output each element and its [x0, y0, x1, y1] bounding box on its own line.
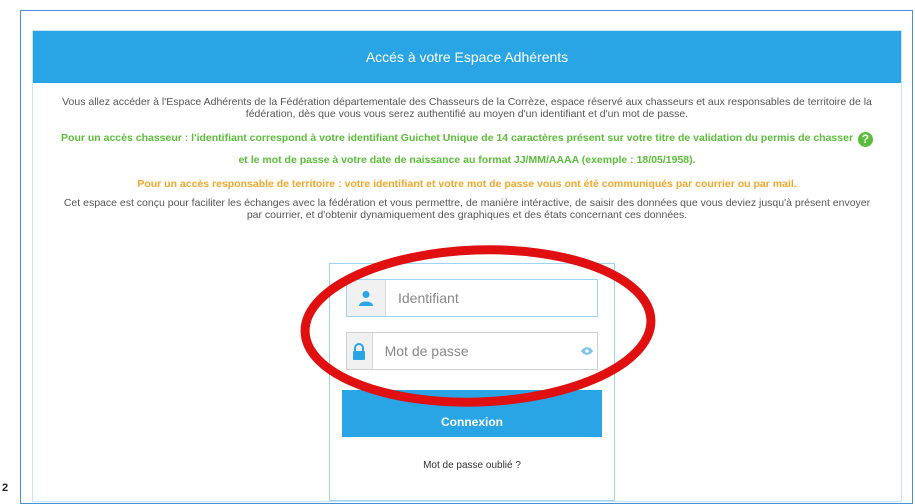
panel-header: Accés à votre Espace Adhérents	[33, 31, 901, 83]
identifier-input[interactable]	[386, 280, 597, 316]
intro-paragraph: Vous allez accéder à l'Espace Adhérents …	[62, 96, 872, 120]
lock-icon	[347, 333, 373, 369]
hunter-access-paragraph: Pour un accès chasseur : l'identifiant c…	[57, 127, 877, 171]
purpose-paragraph: Cet espace est conçu pour faciliter les …	[63, 197, 871, 221]
eye-icon[interactable]	[578, 333, 597, 369]
question-circle-icon[interactable]: ?	[857, 132, 873, 147]
password-field	[346, 332, 598, 370]
forgot-password-link[interactable]: Mot de passe oublié ?	[330, 460, 614, 471]
intro-text: Vous allez accéder à l'Espace Adhérents …	[33, 83, 901, 221]
page-marker: 2	[2, 482, 9, 494]
territory-access-paragraph: Pour un accès responsable de territoire …	[137, 178, 797, 190]
password-input[interactable]	[372, 333, 578, 369]
hunter-access-text-2: et le mot de passe à votre date de naiss…	[238, 154, 696, 166]
login-button[interactable]: Connexion	[342, 390, 602, 437]
login-box: Connexion Mot de passe oublié ?	[329, 263, 615, 501]
panel-title: Accés à votre Espace Adhérents	[365, 49, 569, 65]
user-icon	[347, 280, 386, 316]
hunter-access-text-1: Pour un accès chasseur : l'identifiant c…	[61, 132, 854, 144]
identifier-field	[346, 279, 598, 317]
